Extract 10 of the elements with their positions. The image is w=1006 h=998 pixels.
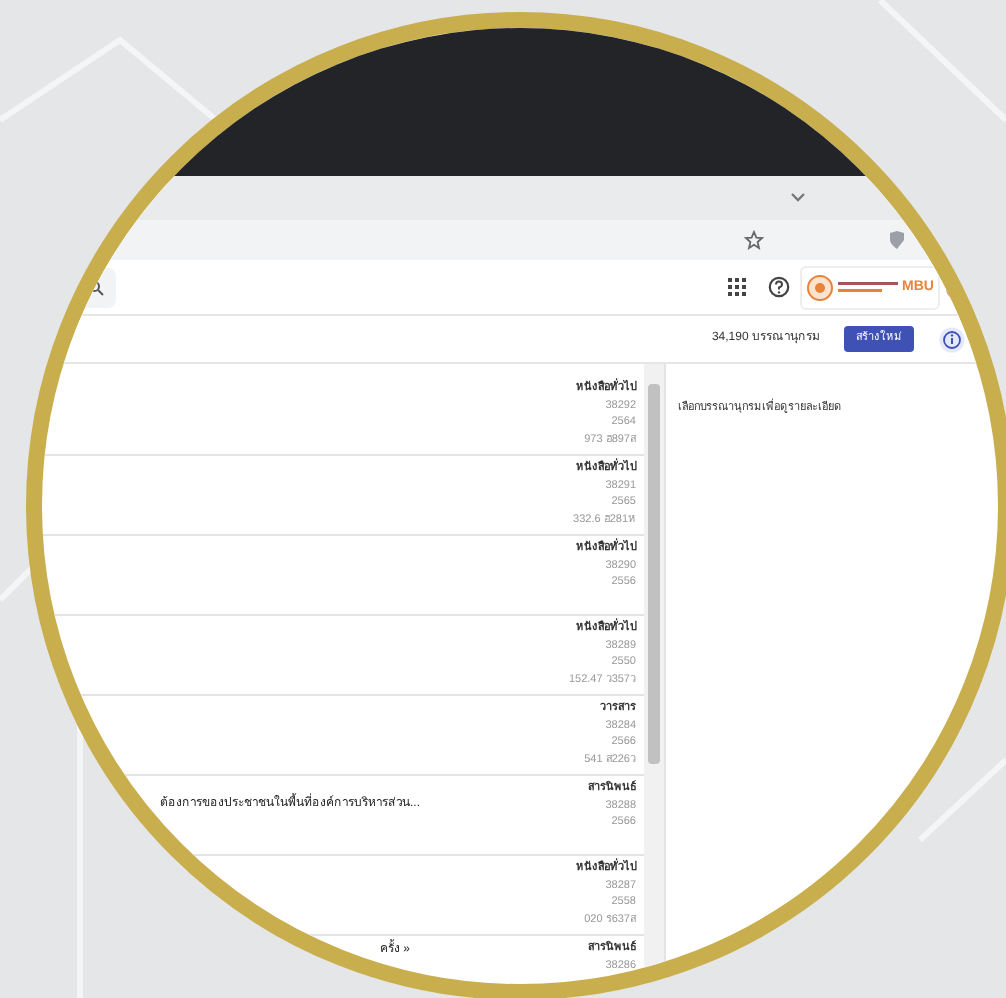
help-icon[interactable] xyxy=(768,276,790,298)
chevron-down-icon[interactable] xyxy=(790,192,806,204)
emblem-icon xyxy=(806,273,834,301)
scrollbar-thumb[interactable] xyxy=(648,384,660,764)
search-icon xyxy=(88,279,104,295)
shield-icon[interactable] xyxy=(888,230,906,250)
star-icon[interactable] xyxy=(744,230,764,250)
info-icon[interactable] xyxy=(938,325,966,353)
grid-icon[interactable] xyxy=(728,278,746,296)
logo-lines-drawing xyxy=(838,281,898,293)
